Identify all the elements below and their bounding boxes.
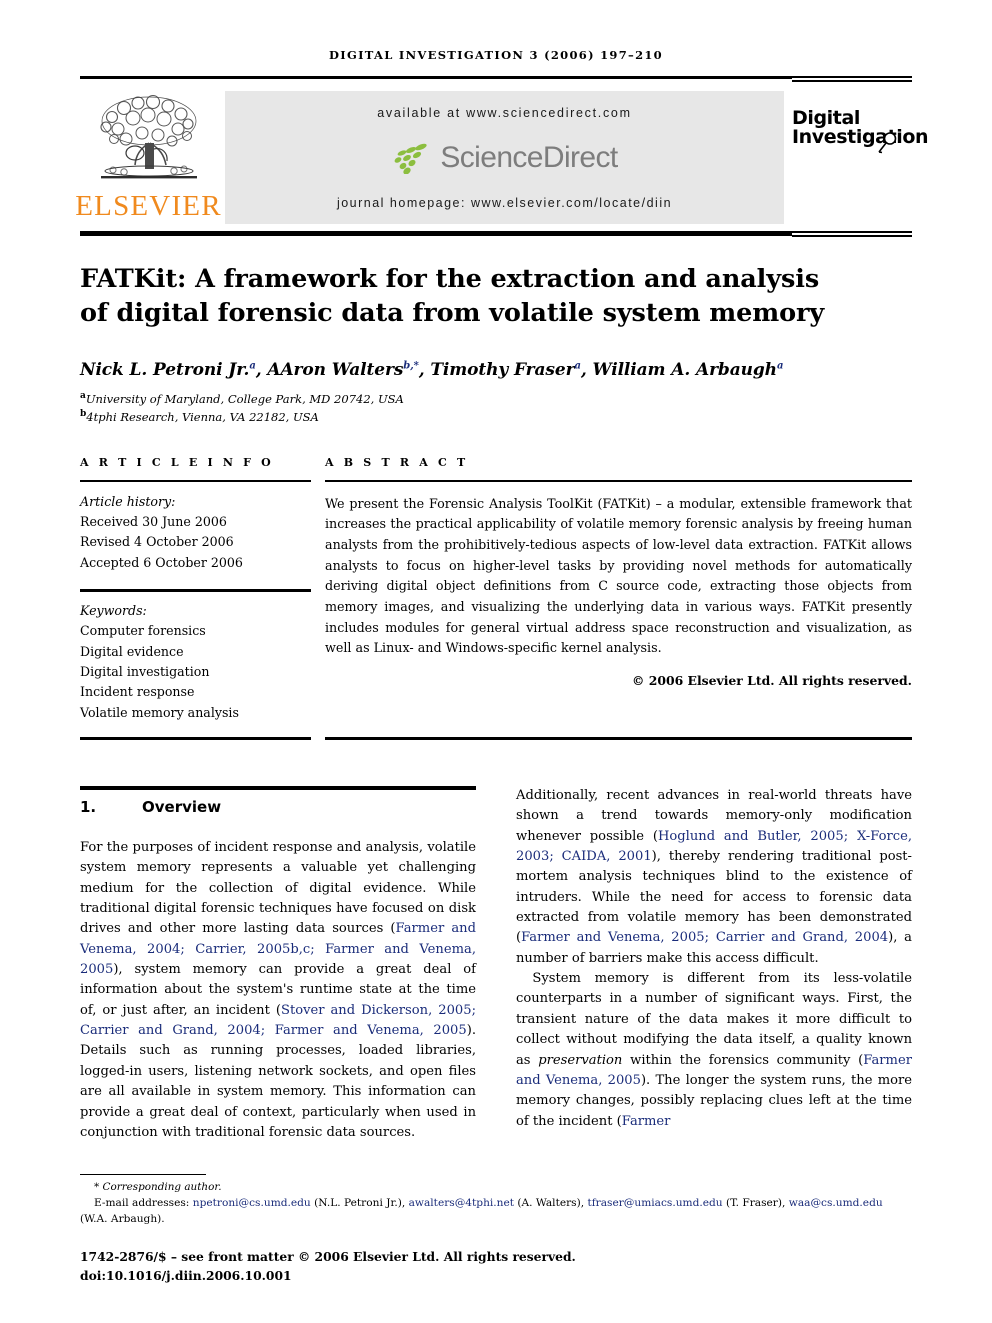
email-link[interactable]: tfraser@umiacs.umd.edu (587, 1197, 722, 1209)
affiliation-list: aUniversity of Maryland, College Park, M… (80, 390, 912, 426)
keyword-item: Incident response (80, 684, 195, 700)
masthead-rule-left (80, 76, 792, 79)
email-owner: (T. Fraser) (722, 1197, 782, 1210)
author-name: Nick L. Petroni Jr. (80, 359, 250, 380)
keyword-item: Computer forensics (80, 623, 206, 639)
author-affiliation-mark: a (776, 360, 784, 372)
abstract-text: We present the Forensic Analysis ToolKit… (325, 495, 912, 656)
affiliation-item: b4tphi Research, Vienna, VA 22182, USA (80, 408, 319, 424)
author-name: Timothy Fraser (430, 359, 575, 380)
corresponding-star: * (94, 1181, 100, 1194)
sciencedirect-leaf-dots-icon (394, 143, 428, 174)
emphasized-term: preservation (538, 1052, 623, 1068)
elsevier-tree-icon (99, 94, 197, 179)
footnote-rule (80, 1173, 206, 1176)
article-history-item: Received 30 June 2006 (80, 513, 227, 529)
footnote-area: * Corresponding author. E-mail addresses… (80, 1173, 912, 1285)
citation-link[interactable]: Farmer and Venema, 2004; Carrier, 2005b,… (80, 921, 476, 977)
keywords-label: Keywords: (80, 602, 147, 618)
abstract-copyright: © 2006 Elsevier Ltd. All rights reserved… (632, 673, 912, 689)
running-head: DIGITAL INVESTIGATION 3 (2006) 197–210 (329, 48, 663, 62)
magnifying-glass-icon (878, 131, 897, 154)
body-text-left: For the purposes of incident response an… (80, 838, 476, 1143)
body-paragraph: System memory is different from its less… (516, 971, 912, 1129)
article-history-item: Accepted 6 October 2006 (80, 554, 243, 570)
email-owner: (A. Walters) (514, 1197, 581, 1210)
body-column-right: Additionally, recent advances in real-wo… (516, 786, 912, 1143)
available-at-text: available at www.sciencedirect.com (377, 106, 632, 120)
masthead: ELSEVIER available at www.sciencedirect.… (75, 91, 929, 224)
article-info-column: A R T I C L E I N F O Article history: R… (80, 456, 311, 723)
email-owner: (N.L. Petroni Jr.) (310, 1197, 402, 1210)
author-affiliation-mark: a (574, 360, 581, 372)
info-abstract-bottom-rules (80, 737, 912, 740)
author-affiliation-mark: a (249, 360, 256, 372)
body-paragraph: For the purposes of incident response an… (80, 839, 476, 1140)
email-addresses-note: E-mail addresses: npetroni@cs.umd.edu (N… (80, 1196, 912, 1228)
masthead-bottom-rules (80, 231, 912, 237)
body-paragraph: Additionally, recent advances in real-wo… (516, 787, 912, 966)
doi-line: doi:10.1016/j.diin.2006.10.001 (80, 1267, 292, 1283)
article-history-item: Revised 4 October 2006 (80, 534, 234, 550)
email-owner: (W.A. Arbaugh). (80, 1213, 165, 1226)
email-link[interactable]: awalters@4tphi.net (409, 1197, 514, 1209)
keyword-items: Computer forensics Digital evidence Digita… (80, 621, 311, 723)
section-title: Overview (142, 797, 222, 816)
sciencedirect-logo: ScienceDirect (391, 141, 618, 175)
corresponding-text: Corresponding author. (102, 1181, 222, 1194)
abstract-heading: A B S T R A C T (325, 455, 469, 469)
article-page: DIGITAL INVESTIGATION 3 (2006) 197–210 E… (0, 0, 992, 1323)
emails-list: npetroni@cs.umd.edu (N.L. Petroni Jr.), … (80, 1197, 883, 1226)
citation-link[interactable]: Farmer (622, 1114, 671, 1129)
author-name: AAron Walters (267, 359, 404, 380)
article-title-line1: FATKit: A framework for the extraction a… (80, 264, 820, 294)
body-columns: 1. Overview For the purposes of incident… (80, 785, 912, 1143)
author-affiliation-mark: b,* (403, 360, 419, 372)
journal-masthead: Digital Investigation (792, 91, 929, 224)
article-history-block: Article history: Received 30 June 2006 Re… (80, 482, 311, 574)
article-info-heading: A R T I C L E I N F O (80, 455, 274, 469)
email-link[interactable]: npetroni@cs.umd.edu (193, 1197, 311, 1209)
imprint-block: 1742-2876/$ – see front matter © 2006 El… (80, 1248, 912, 1285)
author-name: William A. Arbaugh (592, 359, 778, 380)
citation-link[interactable]: Stover and Dickerson, 2005; Carrier and … (80, 1003, 476, 1038)
article-history-items: Received 30 June 2006 Revised 4 October 2… (80, 512, 311, 573)
sciencedirect-wordmark: ScienceDirect (440, 141, 618, 174)
abstract-column: A B S T R A C T We present the Forensic … (325, 456, 912, 723)
article-title-line2: of digital forensic data from volatile s… (80, 297, 825, 328)
keywords-block: Keywords: Computer forensics Digital evid… (80, 592, 311, 723)
journal-homepage-text: journal homepage: www.elsevier.com/locat… (336, 196, 673, 210)
body-column-left: 1. Overview For the purposes of incident… (80, 785, 476, 1143)
keyword-item: Digital evidence (80, 643, 184, 659)
masthead-top-rules (80, 76, 912, 82)
article-history-label: Article history: (80, 493, 176, 509)
section-rule (80, 785, 476, 790)
section-number: 1. (80, 797, 97, 816)
issn-line: 1742-2876/$ – see front matter © 2006 El… (80, 1249, 576, 1265)
citation-link[interactable]: Farmer and Venema, 2005; Carrier and Gra… (521, 930, 888, 945)
email-link[interactable]: waa@cs.umd.edu (789, 1197, 883, 1209)
author-list: Nick L. Petroni Jr.a, AAron Waltersb,*, … (80, 359, 784, 380)
citation-link[interactable]: Hoglund and Butler, 2005; X-Force, 2003;… (516, 829, 912, 864)
emails-label: E-mail addresses: (94, 1197, 190, 1210)
affiliation-item: aUniversity of Maryland, College Park, M… (80, 390, 404, 406)
keyword-item: Digital investigation (80, 663, 210, 679)
section-heading: 1. Overview (80, 798, 476, 816)
info-abstract-band: A R T I C L E I N F O Article history: R… (80, 456, 912, 723)
publisher-logo-block: ELSEVIER (75, 91, 221, 224)
body-text-right: Additionally, recent advances in real-wo… (516, 786, 912, 1132)
masthead-rule-right (792, 76, 912, 82)
journal-title: Digital Investigation (792, 108, 929, 154)
corresponding-author-note: * Corresponding author. (80, 1181, 912, 1193)
page-title: FATKit: A framework for the extraction a… (80, 263, 912, 331)
sciencedirect-panel: available at www.sciencedirect.com Scien… (225, 91, 784, 224)
keyword-item: Volatile memory analysis (80, 704, 239, 720)
elsevier-wordmark: ELSEVIER (75, 190, 222, 222)
